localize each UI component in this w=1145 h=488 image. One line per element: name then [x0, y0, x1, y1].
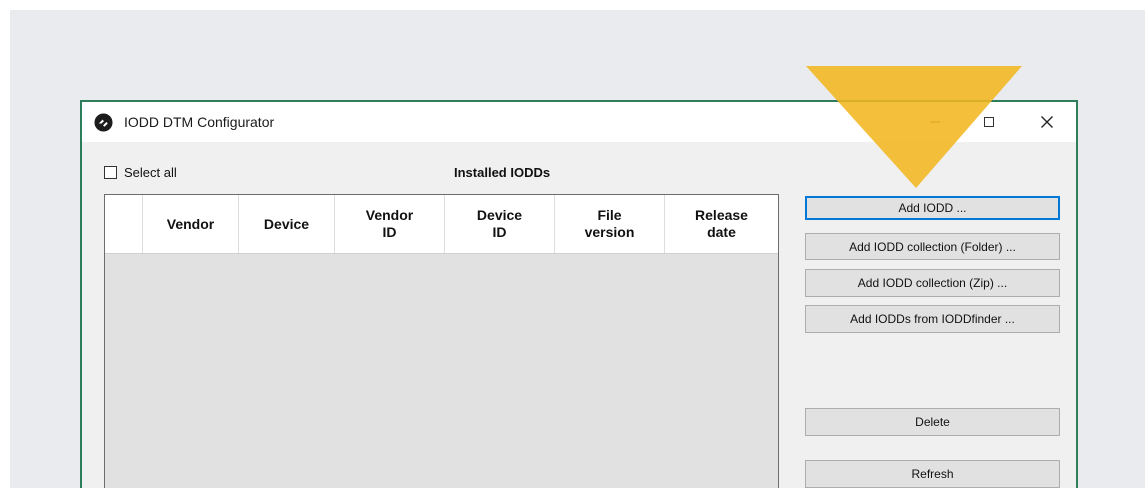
column-header-select[interactable]: [105, 195, 143, 253]
select-all-checkbox[interactable]: Select all: [104, 164, 177, 180]
column-header[interactable]: Device: [239, 195, 335, 253]
add-iodd-button[interactable]: Add IODD ...: [805, 196, 1060, 220]
add-from-ioddfinder-button[interactable]: Add IODDs from IODDfinder ...: [805, 305, 1060, 333]
column-header[interactable]: File version: [555, 195, 665, 253]
installed-iodds-label: Installed IODDs: [454, 165, 551, 180]
app-logo-icon: [94, 113, 113, 132]
table-header: Vendor Device Vendor ID Device ID File version R…: [105, 195, 778, 254]
add-collection-zip-button[interactable]: Add IODD collection (Zip) ...: [805, 269, 1060, 297]
arrow-pointer-icon: [806, 66, 1022, 188]
close-icon: [1041, 116, 1053, 128]
column-header[interactable]: Vendor ID: [335, 195, 445, 253]
window-title: IODD DTM Configurator: [124, 114, 275, 130]
close-button[interactable]: [1024, 102, 1070, 142]
delete-button[interactable]: Delete: [805, 408, 1060, 436]
installed-iodds-table[interactable]: Vendor Device Vendor ID Device ID File version R…: [104, 194, 779, 488]
add-collection-folder-button[interactable]: Add IODD collection (Folder) ...: [805, 233, 1060, 260]
checkbox-box[interactable]: [104, 165, 117, 179]
column-header[interactable]: Vendor: [143, 195, 239, 253]
select-all-label: Select all: [124, 164, 177, 180]
refresh-button[interactable]: Refresh: [805, 460, 1060, 488]
column-header[interactable]: Release date: [665, 195, 778, 253]
column-header[interactable]: Device ID: [445, 195, 555, 253]
